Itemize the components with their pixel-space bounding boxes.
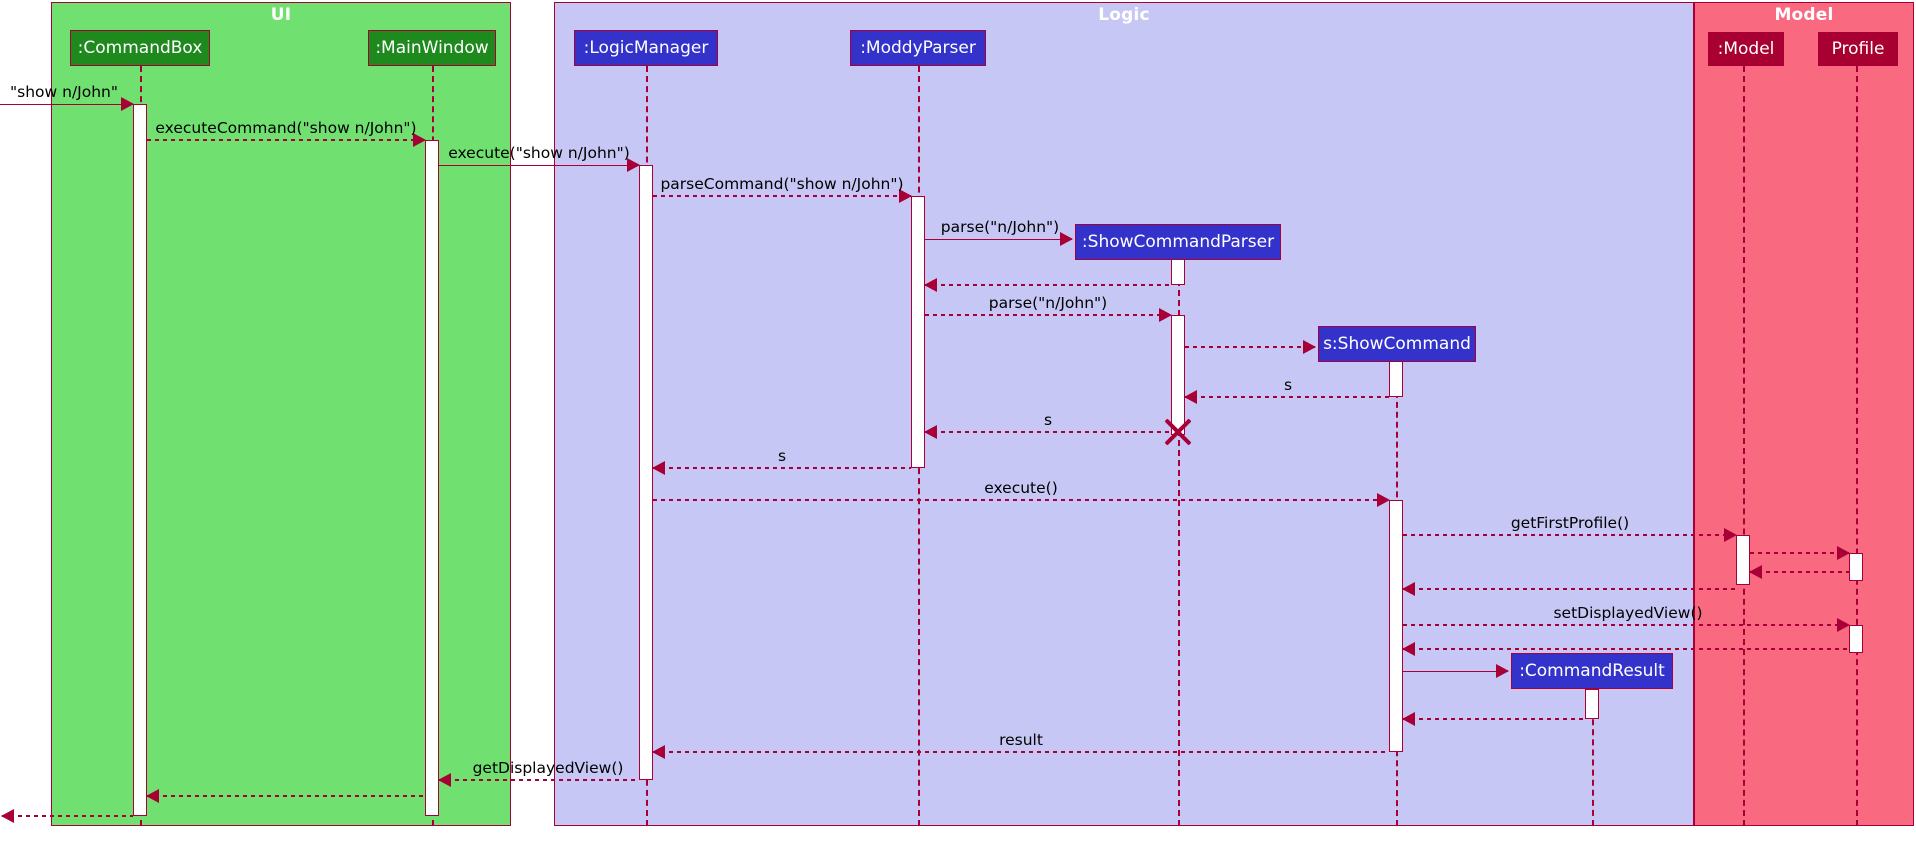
message-label: result [999, 731, 1043, 749]
activation-bar-commandbox [133, 104, 147, 816]
lifeline-profile [1856, 66, 1858, 826]
arrowhead-icon [1402, 642, 1415, 656]
message-label: s [1283, 376, 1293, 394]
lifeline-model [1743, 66, 1745, 826]
participant-logicmanager: :LogicManager [574, 30, 718, 66]
activation-bar-profile [1849, 625, 1863, 653]
message-line [1185, 346, 1315, 348]
arrowhead-icon [146, 789, 159, 803]
activation-bar-profile [1849, 553, 1863, 581]
message-line [0, 104, 133, 105]
arrowhead-icon [1303, 340, 1316, 354]
activation-bar-logicmanager [639, 165, 653, 780]
message-label: parseCommand("show n/John") [660, 175, 904, 193]
message-line [1750, 552, 1849, 554]
arrowhead-icon [652, 745, 665, 759]
participant-showcommandparser: :ShowCommandParser [1075, 224, 1281, 260]
participant-profile: Profile [1818, 32, 1898, 66]
message-line [2, 815, 133, 817]
message-label: "show n/John" [10, 83, 118, 101]
sequence-diagram-canvas: UI Logic Model "show n/John" executeCommand(… [0, 0, 1916, 846]
message-line [1403, 671, 1508, 672]
message-label: getFirstProfile() [1510, 514, 1630, 532]
activation-bar-showcommand [1389, 500, 1403, 752]
message-line [1403, 588, 1736, 590]
participant-commandresult: :CommandResult [1511, 653, 1673, 689]
destroy-marker-showcommandparser [1161, 415, 1195, 449]
arrowhead-icon [438, 773, 451, 787]
message-line [439, 165, 639, 166]
participant-commandbox: :CommandBox [70, 30, 210, 66]
participant-model: :Model [1708, 32, 1784, 66]
message-label: s [1043, 411, 1053, 429]
group-title-ui: UI [270, 5, 292, 25]
message-line [1750, 571, 1849, 573]
message-label: executeCommand("show n/John") [155, 119, 417, 137]
group-title-logic: Logic [1098, 5, 1150, 25]
arrowhead-icon [1060, 232, 1073, 246]
arrowhead-icon [1402, 712, 1415, 726]
arrowhead-icon [924, 425, 937, 439]
message-label: setDisplayedView() [1553, 604, 1703, 622]
participant-mainwindow: :MainWindow [368, 30, 496, 66]
message-line [925, 284, 1171, 286]
arrowhead-icon [1724, 528, 1737, 542]
arrowhead-icon [1837, 546, 1850, 560]
message-line [925, 239, 1072, 240]
group-title-model: Model [1774, 5, 1834, 25]
participant-moddyparser: :ModdyParser [850, 30, 986, 66]
message-label: s [777, 447, 787, 465]
arrowhead-icon [1749, 565, 1762, 579]
arrowhead-icon [1159, 308, 1172, 322]
arrowhead-icon [1184, 390, 1197, 404]
message-line [1403, 648, 1849, 650]
arrowhead-icon [1377, 493, 1390, 507]
group-frame-logic: Logic [554, 2, 1694, 826]
activation-bar-model [1736, 535, 1750, 585]
group-frame-model: Model [1694, 2, 1914, 826]
arrowhead-icon [121, 97, 134, 111]
arrowhead-icon [924, 278, 937, 292]
arrowhead-icon [1496, 664, 1509, 678]
arrowhead-icon [1, 809, 14, 823]
message-line [1403, 718, 1585, 720]
message-label: parse("n/John") [988, 294, 1108, 312]
activation-bar-mainwindow [425, 140, 439, 816]
message-label: execute("show n/John") [448, 144, 630, 162]
activation-bar-commandresult [1585, 689, 1599, 719]
arrowhead-icon [652, 461, 665, 475]
message-label: parse("n/John") [940, 218, 1060, 236]
activation-bar-moddyparser [911, 196, 925, 468]
message-line [147, 795, 425, 797]
arrowhead-icon [1837, 618, 1850, 632]
message-label: getDisplayedView() [472, 759, 624, 777]
arrowhead-icon [1402, 582, 1415, 596]
message-label: execute() [984, 479, 1058, 497]
participant-showcommand: s:ShowCommand [1318, 326, 1476, 362]
